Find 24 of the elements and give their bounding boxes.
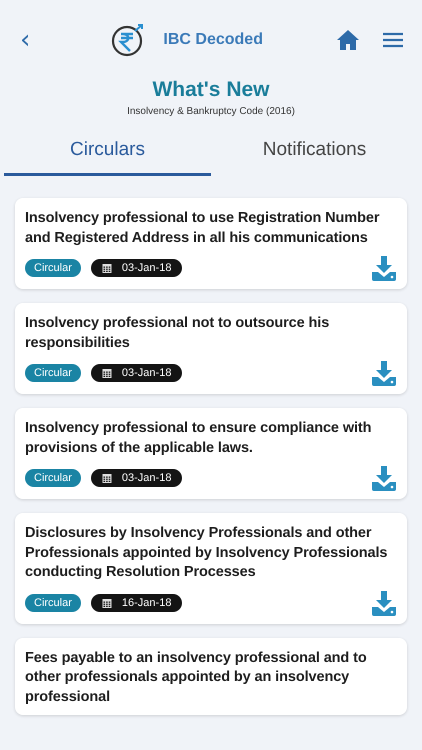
circular-card[interactable]: Insolvency professional to use Registration Number and Registered Address in all his communications Circular 03-Jan-18 bbox=[15, 198, 407, 289]
category-tag: Circular bbox=[25, 259, 81, 277]
back-button[interactable]: ‹ bbox=[14, 25, 36, 55]
tab[interactable]: Circulars bbox=[4, 131, 211, 176]
circular-card[interactable]: Disclosures by Insolvency Professionals and other Professionals appointed by Insolvency Professionals conducting Resolution Processes Circular 16-Jan-18 bbox=[15, 513, 407, 624]
category-tag: Circular bbox=[25, 364, 81, 382]
circular-title: Fees payable to an insolvency professional and to other professionals appointed by an insolvency professional bbox=[25, 648, 368, 706]
date-chip: 16-Jan-18 bbox=[90, 594, 182, 612]
circular-title: Insolvency professional not to outsource his responsibilities bbox=[25, 314, 330, 352]
page-title: What's New bbox=[152, 78, 270, 102]
category-tag: Circular bbox=[25, 594, 81, 612]
circular-card[interactable]: Fees payable to an insolvency professional and to other professionals appointed by an insolvency professional bbox=[15, 638, 407, 715]
circular-card[interactable]: Insolvency professional not to outsource his responsibilities Circular 03-Jan-18 bbox=[15, 303, 407, 394]
date-chip: 03-Jan-18 bbox=[90, 364, 182, 382]
date-chip: 03-Jan-18 bbox=[90, 469, 182, 487]
circular-title: Disclosures by Insolvency Professionals and other Professionals appointed by Insolvency Professionals conducting Resolution Processes bbox=[25, 524, 388, 582]
circular-card[interactable]: Insolvency professional to ensure compliance with provisions of the applicable laws. Circular 03-Jan-18 bbox=[15, 408, 407, 499]
tab[interactable]: Notifications bbox=[211, 131, 418, 176]
app-name: IBC Decoded bbox=[163, 31, 263, 49]
page-subtitle: Insolvency & Bankruptcy Code (2016) bbox=[127, 106, 295, 117]
category-tag: Circular bbox=[25, 469, 81, 487]
circular-title: Insolvency professional to ensure compliance with provisions of the applicable laws. bbox=[25, 419, 372, 458]
circular-title: Insolvency professional to use Registration Number and Registered Address in all his communications bbox=[25, 209, 380, 248]
date-chip: 03-Jan-18 bbox=[90, 259, 182, 277]
